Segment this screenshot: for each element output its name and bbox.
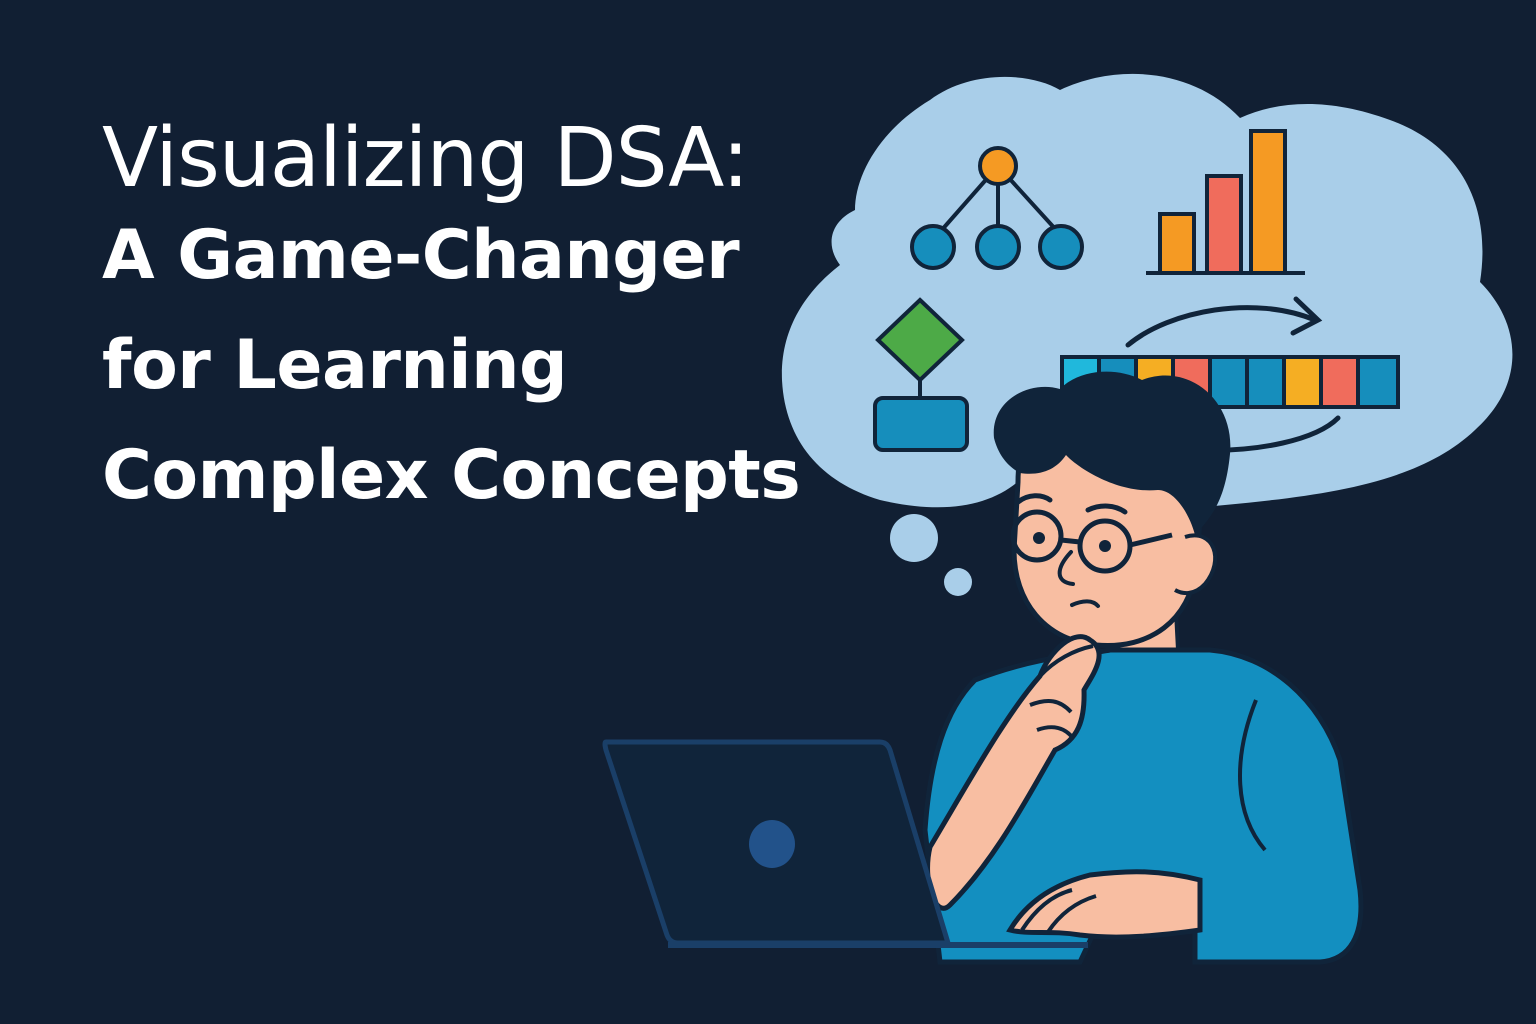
- hero-banner: Visualizing DSA: A Game-Changer for Lear…: [0, 0, 1536, 1024]
- dsa-illustration: [602, 73, 1513, 965]
